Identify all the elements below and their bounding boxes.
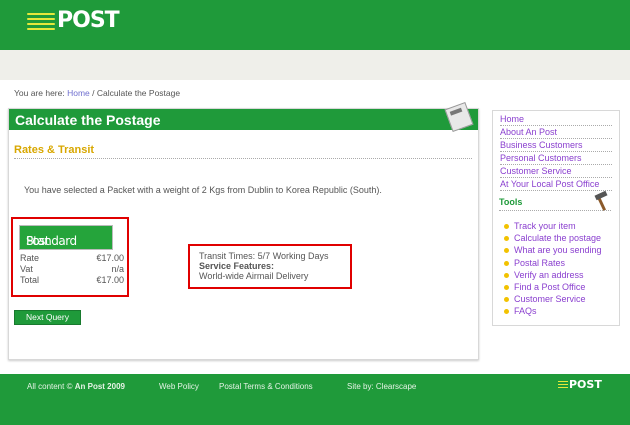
rate-value: €17.00 <box>96 253 124 263</box>
total-value: €17.00 <box>96 275 124 285</box>
tool-link-verify-address[interactable]: Verify an address <box>514 270 584 280</box>
site-footer: All content © An Post 2009 Web Policy Po… <box>0 374 630 425</box>
tools-list: Track your item Calculate the postage Wh… <box>504 220 602 318</box>
rates-transit-heading: Rates & Transit <box>14 144 95 156</box>
bullet-icon <box>504 260 509 266</box>
bullet-icon <box>504 224 509 229</box>
sidebar-link-business[interactable]: Business Customers <box>500 139 612 152</box>
bullet-icon <box>504 236 509 242</box>
sidebar-link-about[interactable]: About An Post <box>500 126 612 139</box>
hammer-icon <box>593 190 609 211</box>
breadcrumb-home-link[interactable]: Home <box>67 88 90 98</box>
vat-value: n/a <box>111 264 124 274</box>
tool-link-postal-rates[interactable]: Postal Rates <box>514 258 565 268</box>
tool-item: Track your item <box>504 220 602 232</box>
transit-times: Transit Times: 5/7 Working Days <box>199 251 329 261</box>
service-features-label: Service Features: <box>199 261 275 271</box>
sidebar-link-home[interactable]: Home <box>500 113 612 126</box>
breadcrumb-separator: / <box>92 88 95 98</box>
header-strip <box>0 50 630 80</box>
copyright-owner: An Post 2009 <box>74 382 125 391</box>
footer-logo-lines-icon <box>558 381 568 390</box>
panel-title-bar: Calculate the Postage <box>9 101 478 133</box>
bullet-icon <box>504 248 509 254</box>
tools-heading: Tools <box>499 197 523 207</box>
tool-item: Find a Post Office <box>504 281 602 293</box>
tool-link-find-post-office[interactable]: Find a Post Office <box>514 282 585 292</box>
sidebar: Home About An Post Business Customers Pe… <box>492 110 620 326</box>
main-panel: Calculate the Postage Rates & Transit Yo… <box>8 101 479 360</box>
tool-link-faqs[interactable]: FAQs <box>514 306 537 316</box>
sidebar-link-personal[interactable]: Personal Customers <box>500 152 612 165</box>
standard-post-logo: Standard Post <box>19 225 113 250</box>
footer-site-by-link[interactable]: Site by: Clearscape <box>347 382 416 391</box>
page-title: Calculate the Postage <box>15 112 161 128</box>
footer-copyright: All content © An Post 2009 <box>27 382 125 391</box>
standard-post-box: Standard Post Rate €17.00 Vat n/a Total €… <box>11 217 129 297</box>
footer-web-policy-link[interactable]: Web Policy <box>159 382 199 391</box>
divider <box>14 158 472 159</box>
tool-link-track[interactable]: Track your item <box>514 221 576 231</box>
divider <box>499 210 611 211</box>
bullet-icon <box>504 284 509 290</box>
transit-box: Transit Times: 5/7 Working Days Service … <box>188 244 352 289</box>
copyright-prefix: All content © <box>27 382 73 391</box>
bullet-icon <box>504 297 509 303</box>
selection-summary: You have selected a Packet with a weight… <box>24 185 382 195</box>
tool-item: Verify an address <box>504 269 602 281</box>
tool-item: Customer Service <box>504 293 602 305</box>
breadcrumb-current: Calculate the Postage <box>96 88 181 98</box>
rate-label: Rate <box>20 253 40 263</box>
logo-text: POST <box>57 8 120 33</box>
tool-link-calculate[interactable]: Calculate the postage <box>514 233 601 243</box>
tool-item: FAQs <box>504 305 602 317</box>
vat-label: Vat <box>20 264 33 274</box>
tool-link-customer-service[interactable]: Customer Service <box>514 294 586 304</box>
tool-link-what-sending[interactable]: What are you sending <box>514 245 602 255</box>
total-label: Total <box>20 275 40 285</box>
sidebar-link-local-post-office[interactable]: At Your Local Post Office <box>500 178 612 191</box>
footer-terms-link[interactable]: Postal Terms & Conditions <box>219 382 313 391</box>
logo-lines-icon <box>27 13 55 35</box>
sidebar-link-customer-service[interactable]: Customer Service <box>500 165 612 178</box>
bullet-icon <box>504 309 509 315</box>
footer-logo-text: POST <box>569 378 602 391</box>
breadcrumb-prefix: You are here: <box>14 88 65 98</box>
bullet-icon <box>504 272 509 278</box>
tool-item: What are you sending <box>504 244 602 256</box>
next-query-button[interactable]: Next Query <box>14 310 81 325</box>
site-header: POST <box>0 0 630 50</box>
logo-post-text: Post <box>26 234 50 248</box>
breadcrumb: You are here: Home / Calculate the Posta… <box>14 88 180 98</box>
sidebar-nav: Home About An Post Business Customers Pe… <box>500 113 612 191</box>
tool-item: Calculate the postage <box>504 232 602 244</box>
footer-logo[interactable]: POST <box>558 378 602 393</box>
an-post-logo[interactable]: POST <box>27 8 120 38</box>
service-features-value: World-wide Airmail Delivery <box>199 271 309 281</box>
tool-item: Postal Rates <box>504 257 602 269</box>
